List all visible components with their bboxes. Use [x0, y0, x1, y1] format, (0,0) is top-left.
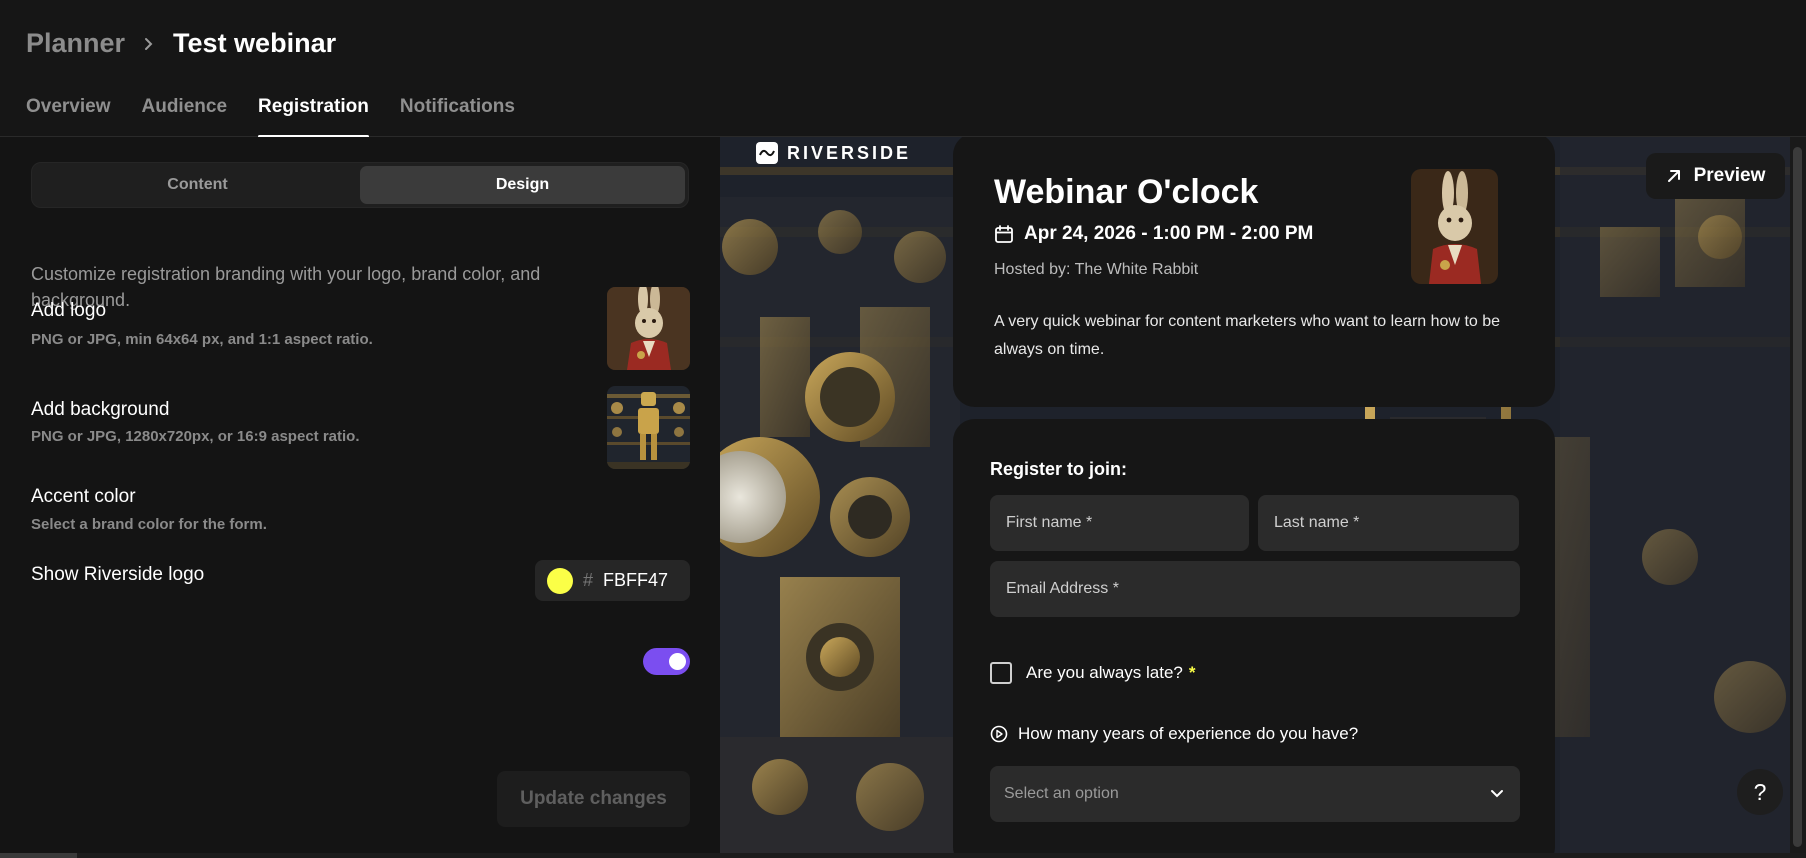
chevron-down-icon — [1491, 790, 1503, 798]
design-settings-panel: Content Design Customize registration br… — [0, 137, 720, 853]
accent-color-hint: Select a brand color for the form. — [31, 516, 267, 533]
play-circle-icon — [990, 725, 1008, 743]
horizontal-scrollbar[interactable] — [0, 853, 1806, 858]
webinar-date: Apr 24, 2026 - 1:00 PM - 2:00 PM — [994, 223, 1313, 245]
accent-color-input[interactable]: # FBFF47 — [535, 560, 690, 601]
required-mark: * — [1086, 514, 1093, 531]
webinar-info-card: Webinar O'clock Apr 24, 2026 - 1:00 PM -… — [953, 137, 1555, 407]
email-label: Email Address — [1006, 580, 1109, 597]
design-tab-button[interactable]: Design — [360, 166, 685, 204]
email-field[interactable]: Email Address * — [990, 561, 1520, 617]
breadcrumb: Planner Test webinar — [26, 28, 336, 59]
last-name-label: Last name — [1274, 514, 1349, 531]
tab-overview[interactable]: Overview — [26, 92, 111, 137]
arrow-up-right-icon — [1667, 170, 1680, 182]
first-name-label: First name — [1006, 514, 1082, 531]
design-description: Customize registration branding with you… — [31, 264, 541, 310]
always-late-label: Are you always late? — [1026, 663, 1183, 682]
update-changes-button[interactable]: Update changes — [497, 771, 690, 827]
horizontal-scrollbar-thumb[interactable] — [0, 853, 77, 858]
scrollbar-thumb[interactable] — [1793, 147, 1802, 847]
page-header: Planner Test webinar Overview Audience R… — [0, 0, 1806, 138]
preview-button[interactable]: Preview — [1646, 153, 1785, 199]
vertical-scrollbar[interactable] — [1790, 137, 1806, 853]
registration-form-card: Register to join: First name * Last name… — [953, 419, 1555, 853]
last-name-field[interactable]: Last name * — [1258, 495, 1519, 551]
accent-color-swatch[interactable] — [547, 567, 573, 594]
experience-question-text: How many years of experience do you have… — [1018, 724, 1359, 743]
add-logo-title: Add logo — [31, 300, 107, 321]
tab-registration[interactable]: Registration — [258, 92, 369, 138]
webinar-host: Hosted by: The White Rabbit — [994, 261, 1199, 278]
first-name-field[interactable]: First name * — [990, 495, 1249, 551]
add-background-hint: PNG or JPG, 1280x720px, or 16:9 aspect r… — [31, 428, 360, 445]
required-mark-accent: * — [1188, 663, 1196, 682]
tab-notifications[interactable]: Notifications — [400, 92, 515, 137]
add-background-title: Add background — [31, 399, 170, 420]
page-title: Test webinar — [173, 28, 337, 58]
breadcrumb-planner-link[interactable]: Planner — [26, 28, 125, 59]
tab-audience[interactable]: Audience — [142, 92, 228, 137]
show-riverside-logo-toggle[interactable] — [643, 648, 690, 675]
registration-preview: RIVERSIDE Preview Webinar O'clock Apr 24… — [720, 137, 1790, 853]
add-logo-hint: PNG or JPG, min 64x64 px, and 1:1 aspect… — [31, 331, 373, 348]
webinar-date-text: Apr 24, 2026 - 1:00 PM - 2:00 PM — [1024, 223, 1314, 244]
select-placeholder: Select an option — [1004, 785, 1119, 802]
required-mark: * — [1112, 580, 1119, 597]
experience-select[interactable]: Select an option — [990, 766, 1520, 822]
always-late-checkbox-row: Are you always late? * — [990, 662, 1196, 684]
logo-thumbnail[interactable] — [607, 287, 690, 370]
riverside-brand-text: RIVERSIDE — [787, 142, 912, 163]
host-avatar — [1411, 169, 1498, 284]
chevron-right-icon — [139, 34, 159, 54]
always-late-checkbox[interactable] — [990, 662, 1012, 684]
content-tab-button[interactable]: Content — [35, 166, 360, 204]
calendar-icon — [995, 225, 1013, 243]
accent-color-title: Accent color — [31, 486, 136, 507]
webinar-title: Webinar O'clock — [994, 173, 1259, 211]
tab-bar: Overview Audience Registration Notificat… — [26, 92, 515, 138]
webinar-description: A very quick webinar for content markete… — [994, 313, 1501, 358]
riverside-logo: RIVERSIDE — [756, 142, 911, 164]
background-thumbnail[interactable] — [607, 386, 690, 469]
riverside-wave-icon — [756, 142, 778, 164]
experience-question: How many years of experience do you have… — [990, 724, 1358, 744]
hash-symbol: # — [583, 570, 594, 590]
accent-color-hex: FBFF47 — [603, 570, 669, 590]
show-riverside-logo-title: Show Riverside logo — [31, 564, 205, 585]
help-button[interactable]: ? — [1737, 769, 1783, 815]
required-mark: * — [1353, 514, 1360, 531]
preview-button-label: Preview — [1693, 165, 1766, 186]
register-title: Register to join: — [990, 459, 1128, 479]
content-design-switch: Content Design — [31, 162, 689, 208]
